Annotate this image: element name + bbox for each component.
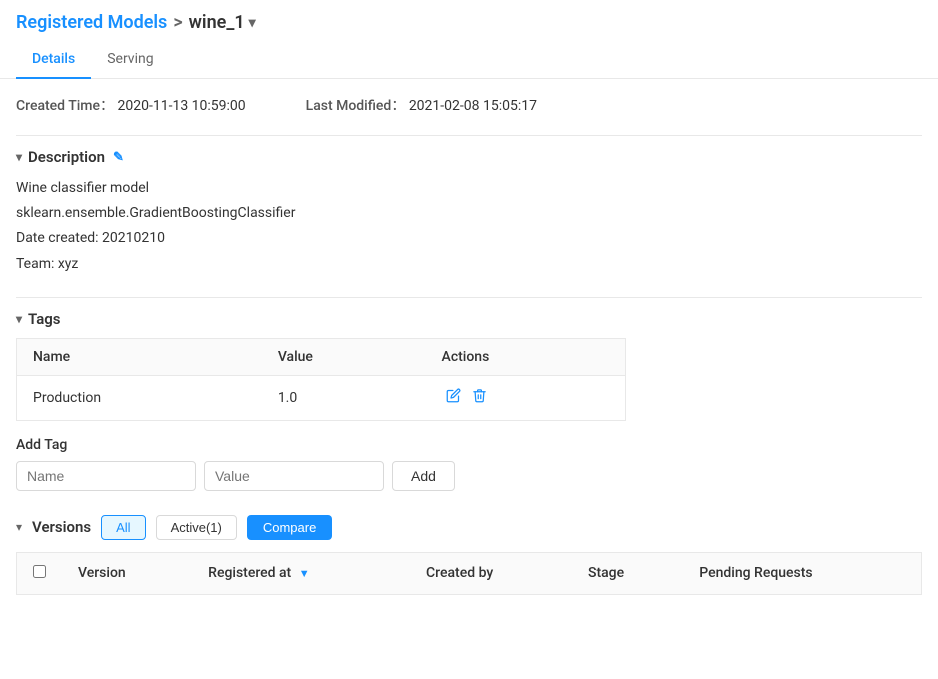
tag-actions-cell — [426, 375, 626, 420]
filter-all-button[interactable]: All — [101, 515, 145, 540]
add-tag-label: Add Tag — [16, 437, 922, 453]
versions-header-row: Version Registered at ▼ Created by Stage… — [17, 552, 922, 594]
tabs-container: Details Serving — [0, 41, 938, 79]
edit-tag-button[interactable] — [442, 386, 465, 410]
versions-title: Versions — [32, 518, 91, 536]
desc-line-4: Team: xyz — [16, 252, 922, 277]
created-time: Created Time： 2020-11-13 10:59:00 — [16, 95, 246, 115]
tags-table: Name Value Actions Production 1.0 — [16, 338, 626, 421]
description-header: ▾ Description ✎ — [16, 148, 922, 166]
tab-serving[interactable]: Serving — [91, 41, 169, 79]
tag-name-input[interactable] — [16, 461, 196, 491]
col-created-by: Created by — [410, 552, 572, 594]
divider-1 — [16, 135, 922, 136]
description-section: ▾ Description ✎ Wine classifier model sk… — [16, 148, 922, 277]
description-edit-icon[interactable]: ✎ — [113, 150, 124, 165]
last-modified: Last Modified： 2021-02-08 15:05:17 — [306, 95, 537, 115]
versions-table: Version Registered at ▼ Created by Stage… — [16, 552, 922, 595]
col-pending-requests: Pending Requests — [683, 552, 921, 594]
main-content: Created Time： 2020-11-13 10:59:00 Last M… — [0, 79, 938, 627]
description-toggle[interactable]: ▾ — [16, 150, 22, 164]
tag-name-cell: Production — [17, 375, 262, 420]
tags-header: ▾ Tags — [16, 310, 922, 328]
col-version: Version — [62, 552, 192, 594]
desc-line-1: Wine classifier model — [16, 176, 922, 201]
tags-section: ▾ Tags Name Value Actions Production 1.0 — [16, 310, 922, 491]
col-stage: Stage — [572, 552, 683, 594]
meta-row: Created Time： 2020-11-13 10:59:00 Last M… — [16, 95, 922, 115]
tab-details[interactable]: Details — [16, 41, 91, 79]
sort-icon[interactable]: ▼ — [299, 567, 310, 580]
col-actions: Actions — [426, 338, 626, 375]
model-name: wine_1 — [189, 12, 245, 33]
add-tag-button[interactable]: Add — [392, 461, 455, 491]
description-title: Description — [28, 148, 105, 166]
col-registered-at: Registered at ▼ — [192, 552, 410, 594]
tags-header-row: Name Value Actions — [17, 338, 626, 375]
page-header: Registered Models > wine_1 ▾ — [0, 0, 938, 41]
delete-tag-button[interactable] — [468, 386, 491, 410]
breadcrumb-separator: > — [173, 12, 182, 33]
desc-line-2: sklearn.ensemble.GradientBoostingClassif… — [16, 201, 922, 226]
filter-active-button[interactable]: Active(1) — [156, 515, 237, 540]
add-tag-inputs: Add — [16, 461, 922, 491]
tags-toggle[interactable]: ▾ — [16, 312, 22, 326]
add-tag-section: Add Tag Add — [16, 437, 922, 491]
description-content: Wine classifier model sklearn.ensemble.G… — [16, 176, 922, 277]
col-name: Name — [17, 338, 262, 375]
select-all-checkbox[interactable] — [33, 565, 46, 578]
tag-value-cell: 1.0 — [262, 375, 426, 420]
tags-title: Tags — [28, 310, 61, 328]
compare-button[interactable]: Compare — [247, 515, 332, 540]
breadcrumb-link[interactable]: Registered Models — [16, 12, 167, 33]
tag-row: Production 1.0 — [17, 375, 626, 420]
versions-section: ▾ Versions All Active(1) Compare Version… — [16, 515, 922, 595]
versions-toggle[interactable]: ▾ — [16, 520, 22, 534]
divider-2 — [16, 297, 922, 298]
desc-line-3: Date created: 20210210 — [16, 226, 922, 251]
versions-header: ▾ Versions All Active(1) Compare — [16, 515, 922, 540]
tag-value-input[interactable] — [204, 461, 384, 491]
model-dropdown-icon[interactable]: ▾ — [249, 15, 256, 31]
col-checkbox — [17, 552, 63, 594]
col-value: Value — [262, 338, 426, 375]
